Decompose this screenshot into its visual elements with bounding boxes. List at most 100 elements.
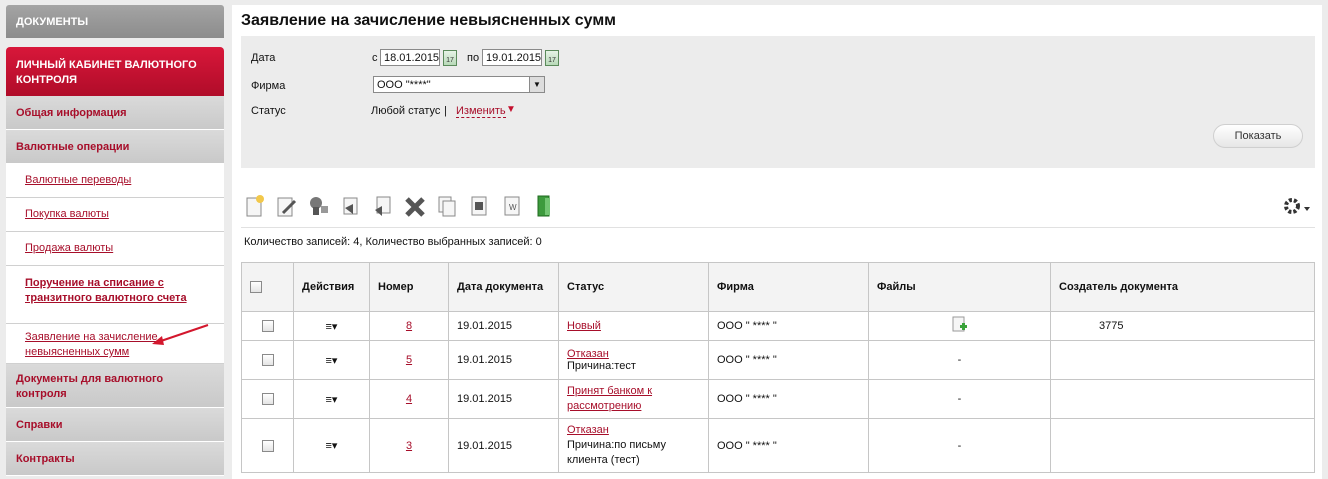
row-status-link[interactable]: Отказан [567, 424, 609, 436]
table-row[interactable]: ≡▾ 4 19.01.2015 Принят банком к рассмотр… [241, 379, 1315, 419]
red-arrow-icon [152, 324, 209, 345]
header-number[interactable]: Номер [369, 262, 449, 312]
table-row[interactable]: ≡▾ 8 19.01.2015 Новый ООО " **** " 3775 [241, 311, 1315, 341]
sidebar-subitem-buy[interactable]: Покупка валюты [6, 198, 224, 232]
header-date[interactable]: Дата документа [448, 262, 559, 312]
copy-icon[interactable] [436, 194, 458, 218]
row-status-cell: Принят банком к рассмотрению [558, 379, 709, 419]
row-number-link[interactable]: 8 [406, 320, 412, 332]
show-button[interactable]: Показать [1213, 124, 1303, 148]
row-actions-menu-icon[interactable]: ≡▾ [293, 418, 370, 473]
page-title: Заявление на зачисление невыясненных сум… [241, 12, 616, 29]
sidebar-item-general[interactable]: Общая информация [6, 96, 224, 130]
row-number-cell: 4 [369, 379, 449, 419]
row-firm: ООО " **** " [708, 340, 869, 380]
row-number-link[interactable]: 4 [406, 393, 412, 405]
row-checkbox[interactable] [261, 393, 274, 406]
firm-label: Фирма [251, 80, 286, 92]
row-status-reason: Причина:по письму клиента (тест) [567, 439, 666, 466]
row-status-reason: Причина:тест [567, 360, 636, 372]
row-files-cell [868, 311, 1051, 341]
status-value: Любой статус [371, 105, 441, 117]
header-status[interactable]: Статус [558, 262, 709, 312]
row-checkbox[interactable] [261, 439, 274, 452]
sign-icon[interactable] [307, 194, 329, 218]
chevron-down-icon[interactable]: ▼ [529, 77, 544, 92]
firm-select-value: ООО "****" [377, 79, 431, 91]
row-status-link[interactable]: Новый [567, 320, 601, 332]
row-number-link[interactable]: 3 [406, 440, 412, 452]
row-status-link[interactable]: Принят банком к рассмотрению [567, 384, 663, 414]
sidebar: ДОКУМЕНТЫ ЛИЧНЫЙ КАБИНЕТ ВАЛЮТНОГО КОНТР… [6, 5, 224, 479]
calendar-from-icon[interactable]: 17 [443, 50, 457, 66]
row-files: - [868, 340, 1051, 380]
header-select-all[interactable] [241, 262, 294, 312]
row-status-cell: Отказан Причина:тест [558, 340, 709, 380]
svg-text:W: W [509, 203, 517, 212]
row-status-cell: Новый [558, 311, 709, 341]
sidebar-subitem-transit-writeoff[interactable]: Поручение на списание с транзитного валю… [6, 266, 224, 324]
sidebar-item-contracts[interactable]: Контракты [6, 442, 224, 476]
row-checkbox-cell[interactable] [241, 311, 294, 341]
row-creator: 3775 [1050, 311, 1315, 341]
status-separator: | [444, 105, 447, 117]
toolbar-divider [241, 227, 1315, 228]
main-panel: Заявление на зачисление невыясненных сум… [232, 5, 1322, 479]
row-actions-menu-icon[interactable]: ≡▾ [293, 311, 370, 341]
date-to-prefix: по [467, 52, 480, 64]
recall-icon[interactable] [372, 194, 394, 218]
export-word-icon[interactable]: W [501, 194, 523, 218]
sidebar-item-control-documents[interactable]: Документы для валютного контроля [6, 364, 224, 408]
row-checkbox[interactable] [261, 320, 274, 333]
row-checkbox-cell[interactable] [241, 340, 294, 380]
status-change-arrow-icon[interactable]: ▼ [506, 104, 516, 115]
sidebar-subitem-sell[interactable]: Продажа валюты [6, 232, 224, 266]
row-checkbox[interactable] [261, 354, 274, 367]
delete-icon[interactable] [404, 194, 426, 218]
row-actions-menu-icon[interactable]: ≡▾ [293, 340, 370, 380]
row-number-cell: 3 [369, 418, 449, 473]
sidebar-cabinet-header[interactable]: ЛИЧНЫЙ КАБИНЕТ ВАЛЮТНОГО КОНТРОЛЯ [6, 47, 224, 96]
settings-gear-icon[interactable] [1282, 195, 1312, 217]
row-files: - [868, 379, 1051, 419]
sidebar-subitem-transfers[interactable]: Валютные переводы [6, 164, 224, 198]
row-firm: ООО " **** " [708, 418, 869, 473]
row-actions-menu-icon[interactable]: ≡▾ [293, 379, 370, 419]
attach-file-icon[interactable] [952, 316, 968, 334]
row-date: 19.01.2015 [448, 340, 559, 380]
print-icon[interactable] [468, 194, 490, 218]
row-checkbox-cell[interactable] [241, 379, 294, 419]
date-from-input[interactable]: 18.01.2015 [380, 49, 440, 66]
row-creator [1050, 340, 1315, 380]
date-from-prefix: с [372, 52, 378, 64]
sidebar-item-references[interactable]: Справки [6, 408, 224, 442]
row-firm: ООО " **** " [708, 379, 869, 419]
table-row[interactable]: ≡▾ 5 19.01.2015 Отказан Причина:тест ООО … [241, 340, 1315, 380]
table-row[interactable]: ≡▾ 3 19.01.2015 Отказан Причина:по письму… [241, 418, 1315, 473]
filter-panel: Дата с 18.01.2015 17 по 19.01.2015 17 Фи… [241, 36, 1315, 168]
row-status-link[interactable]: Отказан [567, 348, 609, 360]
sidebar-documents-header[interactable]: ДОКУМЕНТЫ [6, 5, 224, 38]
status-change-link[interactable]: Изменить [456, 105, 506, 118]
row-status-cell: Отказан Причина:по письму клиента (тест) [558, 418, 709, 473]
row-date: 19.01.2015 [448, 418, 559, 473]
row-number-cell: 5 [369, 340, 449, 380]
firm-select[interactable]: ООО "****" ▼ [373, 76, 545, 93]
header-actions: Действия [293, 262, 370, 312]
date-to-input[interactable]: 19.01.2015 [482, 49, 542, 66]
select-all-checkbox[interactable] [250, 281, 262, 294]
calendar-to-icon[interactable]: 17 [545, 50, 559, 66]
row-number-link[interactable]: 5 [406, 354, 412, 366]
new-document-icon[interactable] [244, 194, 266, 218]
exit-icon[interactable] [533, 194, 555, 218]
header-creator[interactable]: Создатель документа [1050, 262, 1315, 312]
send-icon[interactable] [340, 194, 362, 218]
status-label: Статус [251, 105, 286, 117]
sidebar-item-currency-operations[interactable]: Валютные операции [6, 130, 224, 164]
edit-icon[interactable] [275, 194, 297, 218]
row-number-cell: 8 [369, 311, 449, 341]
row-files: - [868, 418, 1051, 473]
header-firm[interactable]: Фирма [708, 262, 869, 312]
documents-table: Действия Номер Дата документа Статус Фир… [241, 262, 1315, 473]
row-checkbox-cell[interactable] [241, 418, 294, 473]
